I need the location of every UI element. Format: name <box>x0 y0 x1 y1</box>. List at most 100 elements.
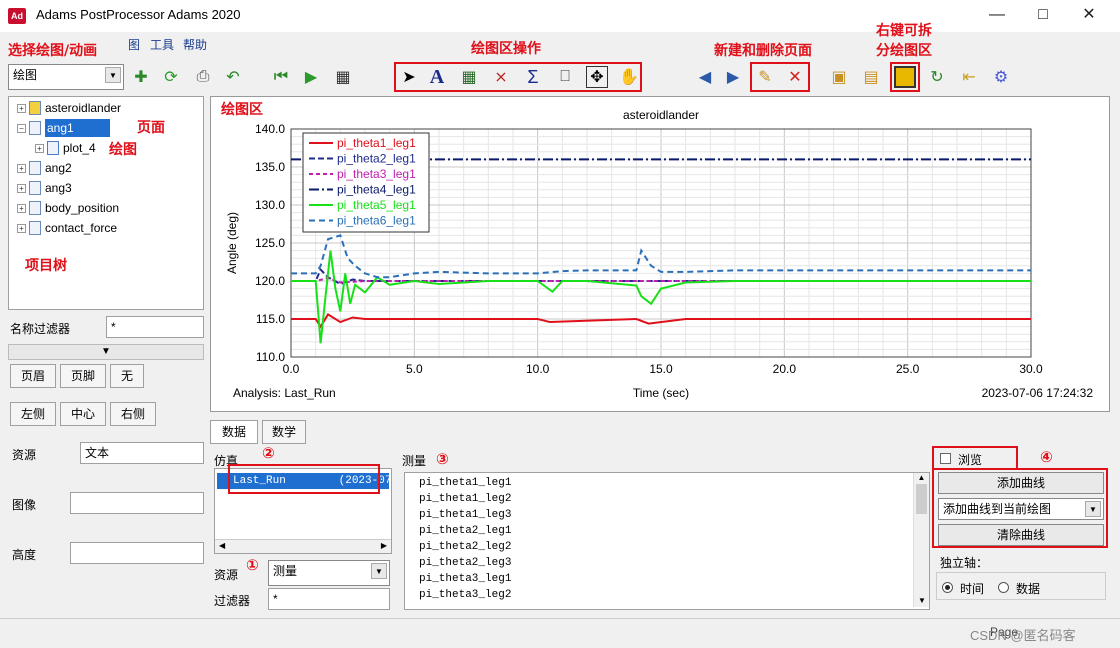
expand-icon[interactable]: + <box>35 143 44 153</box>
plot-icon <box>47 141 59 155</box>
undo-icon[interactable]: ↶ <box>222 66 244 88</box>
tree-item-ang2[interactable]: + ang2 <box>17 159 72 177</box>
y-tick-label: 140.0 <box>255 122 285 136</box>
fit-icon[interactable]: ✥ <box>586 66 608 88</box>
zoom-box-icon[interactable]: ⎕ <box>554 66 576 88</box>
tab-footer[interactable]: 页脚 <box>60 364 106 388</box>
delete-page-icon[interactable]: ✕ <box>784 66 806 88</box>
tab-right[interactable]: 右侧 <box>110 402 156 426</box>
tree-item-asteroidlander[interactable]: + asteroidlander <box>17 99 121 117</box>
new-plot-icon[interactable]: ✚ <box>130 66 152 88</box>
tab-header[interactable]: 页眉 <box>10 364 56 388</box>
settings-gear-icon[interactable]: ⚙ <box>990 66 1012 88</box>
expand-icon[interactable]: + <box>17 163 26 173</box>
first-frame-icon[interactable]: ⏮ <box>270 66 292 88</box>
h-scrollbar[interactable]: ◀ ▶ <box>215 539 391 553</box>
radio-data[interactable] <box>998 582 1009 593</box>
tab-data[interactable]: 数据 <box>210 420 258 444</box>
swap-icon[interactable]: ↻ <box>926 66 948 88</box>
legend-entry: pi_theta2_leg1 <box>337 152 416 166</box>
select-arrow-icon[interactable]: ➤ <box>398 66 420 88</box>
measure-item[interactable]: pi_theta1_leg3 <box>419 507 511 523</box>
tree-item-body-position[interactable]: + body_position <box>17 199 119 217</box>
sigma-icon[interactable]: Σ <box>522 66 544 88</box>
tree-item-contact-force[interactable]: + contact_force <box>17 219 117 237</box>
layout-2-icon[interactable]: ▤ <box>860 66 882 88</box>
scroll-left-icon[interactable]: ◀ <box>219 541 225 550</box>
text-icon[interactable]: A <box>426 66 448 88</box>
scroll-thumb[interactable] <box>916 484 927 514</box>
add-curve-button[interactable]: 添加曲线 <box>938 472 1104 494</box>
source-field[interactable]: 文本 <box>80 442 204 464</box>
maximize-icon[interactable]: □ <box>1028 4 1058 26</box>
collapse-icon[interactable]: − <box>17 123 26 133</box>
tree-item-plot4[interactable]: + plot_4 <box>35 139 96 157</box>
measure-item[interactable]: pi_theta2_leg2 <box>419 539 511 555</box>
expand-icon[interactable]: + <box>17 103 26 113</box>
scroll-right-icon[interactable]: ▶ <box>381 540 387 552</box>
refresh-icon[interactable]: ⟳ <box>160 66 182 88</box>
add-mode-select[interactable]: 添加曲线到当前绘图 ▼ <box>938 498 1104 520</box>
tab-math[interactable]: 数学 <box>262 420 306 444</box>
close-icon[interactable]: ✕ <box>1074 4 1104 26</box>
measure-list[interactable]: pi_theta1_leg1 pi_theta1_leg2 pi_theta1_le… <box>404 472 930 610</box>
menu-tools[interactable]: 工具 <box>150 36 174 53</box>
source-select-value: 测量 <box>273 564 298 578</box>
next-page-icon[interactable]: ▶ <box>722 66 744 88</box>
height-field[interactable] <box>70 542 204 564</box>
measure-item[interactable]: pi_theta1_leg1 <box>419 475 511 491</box>
measure-item[interactable]: pi_theta1_leg2 <box>419 491 511 507</box>
page-icon <box>29 181 41 195</box>
play-icon[interactable]: ▶ <box>300 66 322 88</box>
tree-item-ang1[interactable]: − ang1 <box>17 119 133 137</box>
tab-none[interactable]: 无 <box>110 364 144 388</box>
scroll-up-icon[interactable]: ▲ <box>914 473 929 482</box>
chart[interactable]: 0.0 5.0 10.0 15.0 20.0 25.0 30.0 110.0 115.0 120.… <box>211 97 1107 409</box>
tab-left[interactable]: 左侧 <box>10 402 56 426</box>
measure-item[interactable]: pi_theta3_leg1 <box>419 571 511 587</box>
pan-hand-icon[interactable]: ✋ <box>618 66 640 88</box>
radio-time[interactable] <box>942 582 953 593</box>
image-field[interactable] <box>70 492 204 514</box>
annotation-num-2: ② <box>262 445 275 462</box>
tree-item-ang3[interactable]: + ang3 <box>17 179 72 197</box>
menu-view[interactable]: 图 <box>128 36 140 53</box>
filter-label: 过滤器 <box>214 594 251 608</box>
browse-checkbox[interactable] <box>940 453 951 464</box>
layout-full-icon[interactable] <box>894 66 916 88</box>
expand-icon[interactable]: + <box>17 223 26 233</box>
tab-center[interactable]: 中心 <box>60 402 106 426</box>
print-icon[interactable]: ⎙ <box>192 66 214 88</box>
clear-curve-button[interactable]: 清除曲线 <box>938 524 1104 546</box>
v-scrollbar[interactable]: ▲ ▼ <box>913 473 929 607</box>
add-mode-value: 添加曲线到当前绘图 <box>943 502 1052 516</box>
layout-1-icon[interactable]: ▣ <box>828 66 850 88</box>
curve-edit-icon[interactable]: ⨯ <box>490 66 512 88</box>
minimize-icon[interactable]: — <box>982 4 1012 26</box>
import-icon[interactable]: ⇤ <box>958 66 980 88</box>
scroll-down-icon[interactable]: ▼ <box>914 596 930 605</box>
prev-page-icon[interactable]: ◀ <box>694 66 716 88</box>
filter-input[interactable]: * <box>268 588 390 610</box>
panel-collapse-icon[interactable]: ▼ <box>8 344 204 360</box>
expand-icon[interactable]: + <box>17 203 26 213</box>
name-filter-input[interactable]: * <box>106 316 204 338</box>
new-page-icon[interactable]: ✎ <box>754 66 776 88</box>
source-select[interactable]: 测量 ▼ <box>268 560 390 586</box>
measure-item[interactable]: pi_theta3_leg2 <box>419 587 511 603</box>
plot-area[interactable]: 绘图区 0.0 5.0 10.0 15.0 20.0 25.0 30.0 110.0 115.0… <box>210 96 1110 412</box>
window-title: Adams PostProcessor Adams 2020 <box>36 7 241 22</box>
measure-item[interactable]: pi_theta2_leg1 <box>419 523 511 539</box>
expand-icon[interactable]: + <box>17 183 26 193</box>
mode-select[interactable]: 绘图 ▼ <box>8 64 124 90</box>
tree-label: contact_force <box>45 221 118 235</box>
measure-item[interactable]: pi_theta2_leg3 <box>419 555 511 571</box>
menu-help[interactable]: 帮助 <box>183 36 207 53</box>
axis-icon[interactable]: ▦ <box>458 66 480 88</box>
legend-entry: pi_theta4_leg1 <box>337 183 416 197</box>
project-tree: + asteroidlander − ang1 + plot_4 + ang2 … <box>8 96 204 310</box>
adams-app-icon: Ad <box>8 8 26 24</box>
annotation-plot: 绘图 <box>109 142 137 158</box>
film-icon[interactable]: ▦ <box>332 66 354 88</box>
annotation-page: 页面 <box>137 120 165 136</box>
